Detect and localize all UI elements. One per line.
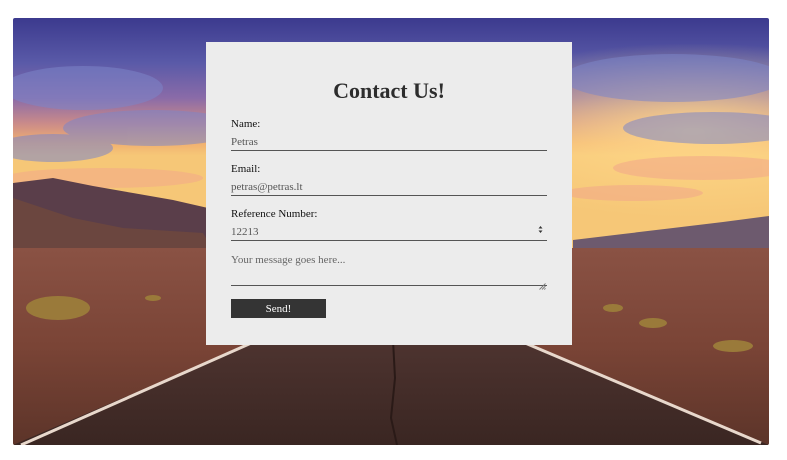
reference-input-wrapper: [231, 222, 547, 241]
name-input-wrapper: [231, 132, 547, 151]
name-field: Name:: [231, 118, 547, 151]
resize-grip-icon[interactable]: [539, 277, 546, 290]
page-title: Contact Us!: [333, 78, 445, 103]
name-input[interactable]: [231, 134, 547, 151]
email-input-wrapper: [231, 177, 547, 196]
email-input[interactable]: [231, 179, 547, 196]
contact-form-card: Contact Us! Name: Email: Reference Numbe…: [206, 42, 572, 345]
message-textarea[interactable]: [231, 253, 547, 283]
email-label: Email:: [231, 163, 261, 175]
send-button[interactable]: Send!: [231, 299, 326, 318]
email-field: Email:: [231, 163, 547, 196]
message-field: [231, 253, 547, 290]
name-label: Name:: [231, 118, 261, 130]
number-spinner-icon[interactable]: [538, 225, 543, 236]
reference-number-input[interactable]: [231, 224, 547, 241]
reference-label: Reference Number:: [231, 208, 318, 220]
reference-field: Reference Number:: [231, 208, 547, 241]
